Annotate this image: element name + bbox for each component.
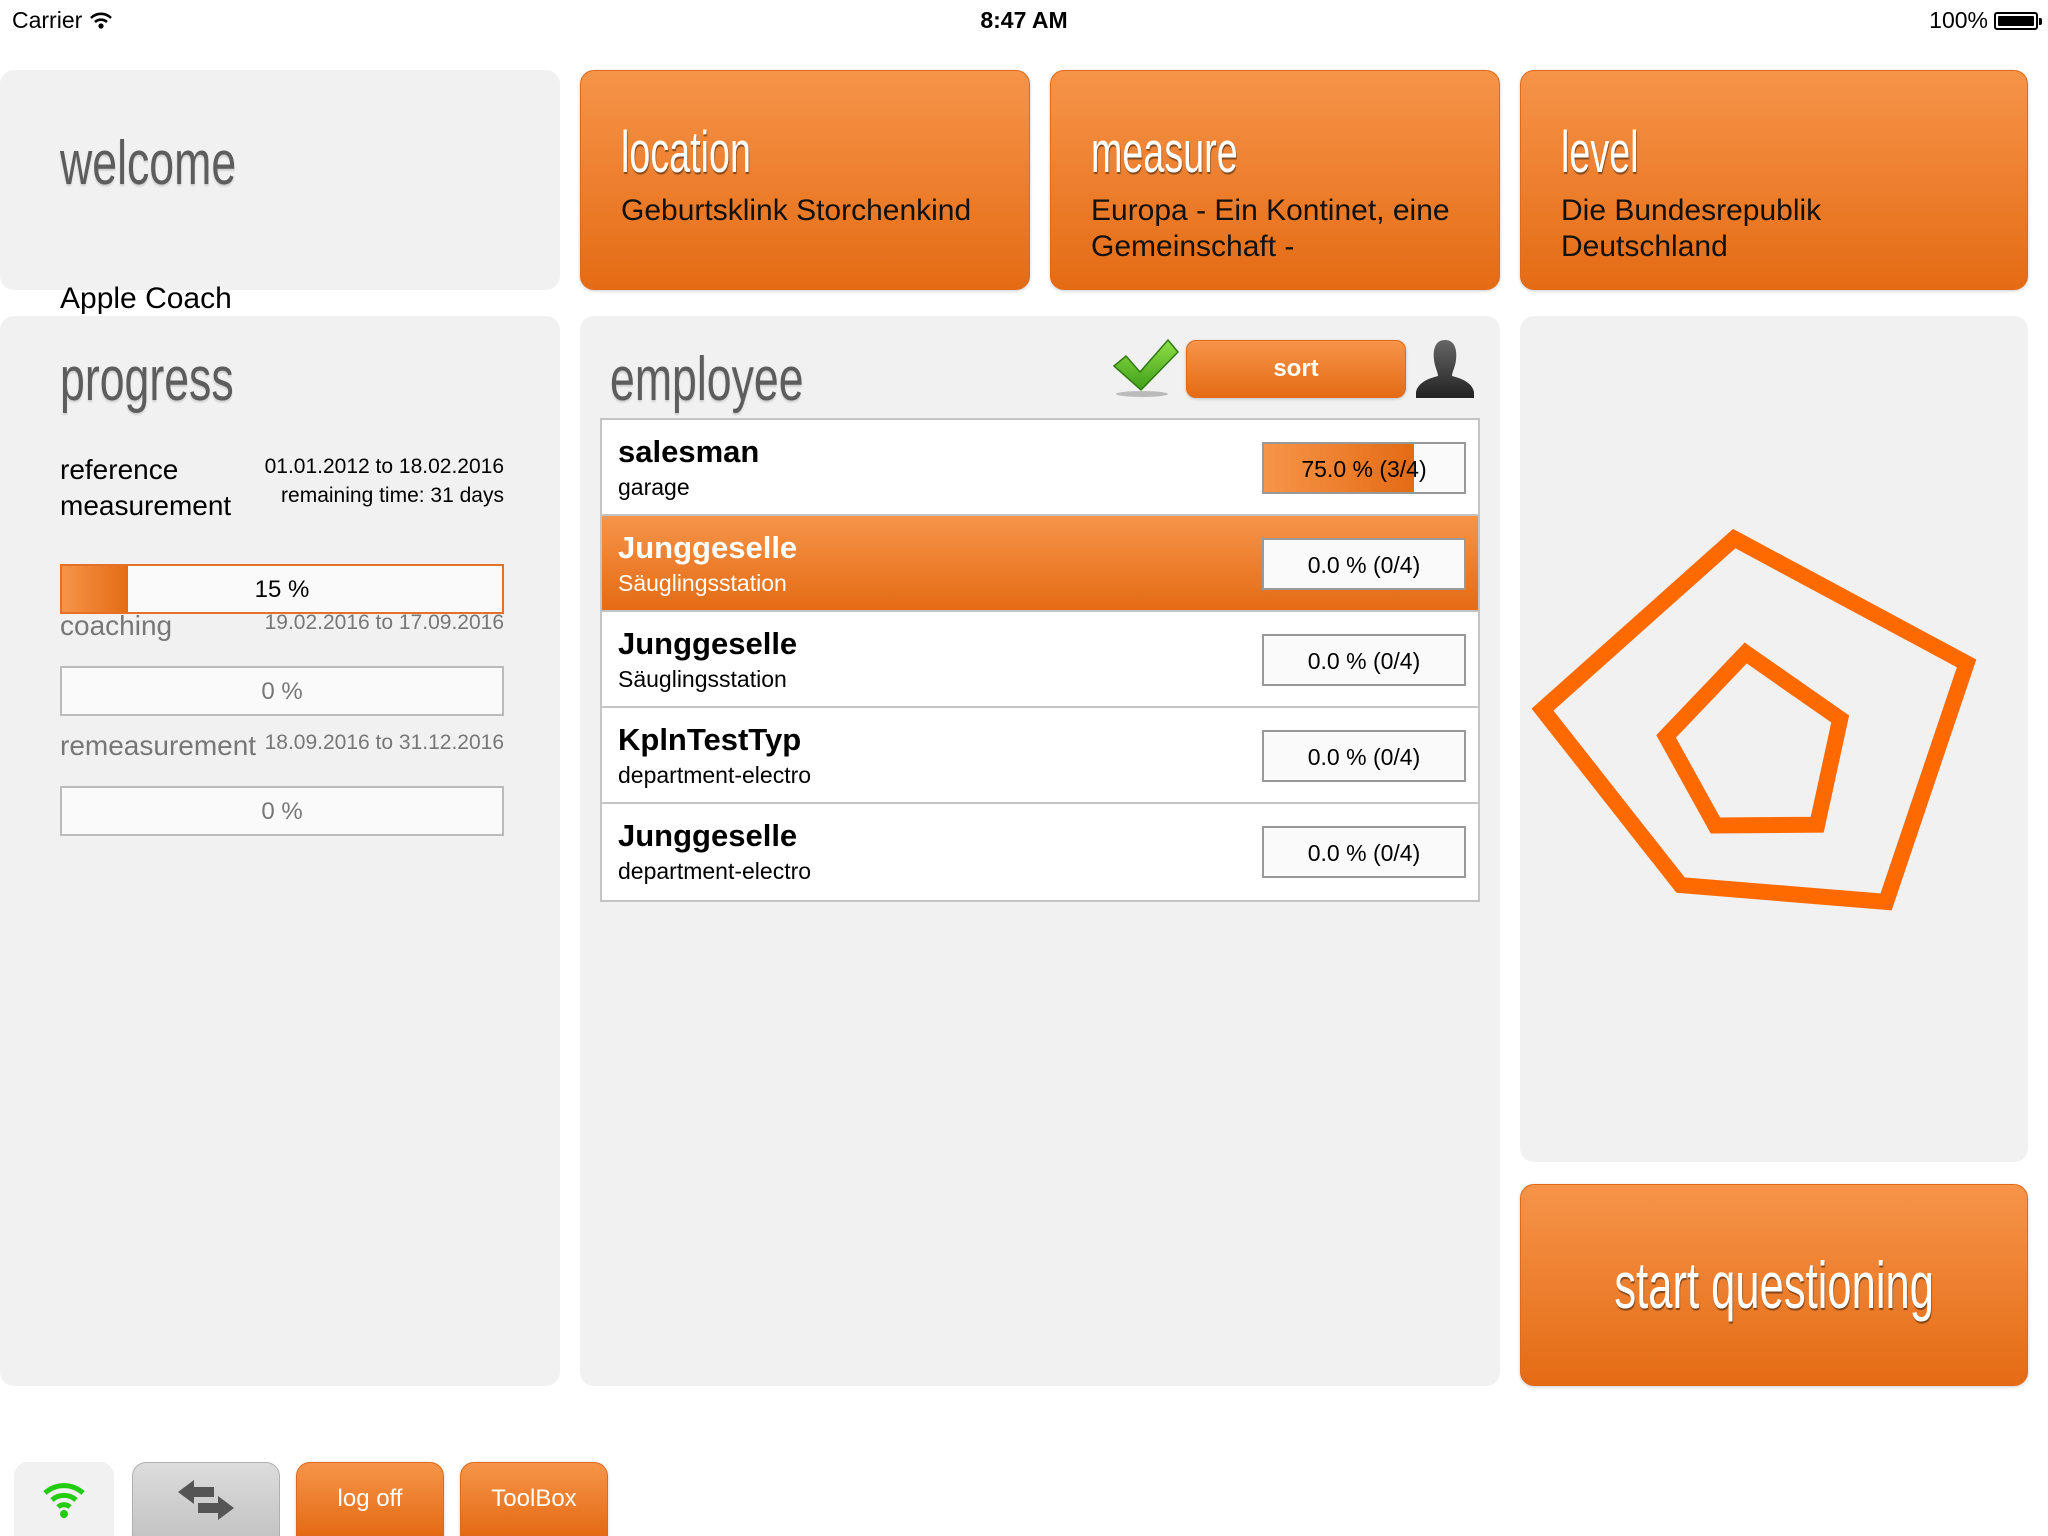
location-title: location [621, 120, 751, 185]
progress-label: 0 % [261, 678, 303, 705]
log-off-button[interactable]: log off [296, 1462, 444, 1536]
phase-date-range: 01.01.2012 to 18.02.2016 [264, 455, 504, 478]
progress-label: 0.0 % (0/4) [1307, 840, 1421, 866]
welcome-panel: welcome Apple Coach [0, 70, 560, 315]
employee-progress-bar: 75.0 % (3/4) [1262, 442, 1466, 494]
employee-row-selected[interactable]: Junggeselle Säuglingsstation 0.0 % (0/4) [602, 516, 1478, 612]
radar-chart-panel [1520, 316, 2028, 1162]
person-icon[interactable] [1412, 338, 1478, 400]
toolbox-button[interactable]: ToolBox [460, 1462, 608, 1536]
measure-title: measure [1091, 120, 1238, 185]
radar-series-inner [1656, 642, 1850, 834]
phase-coaching: coaching 19.02.2016 to 17.09.2016 0 % [60, 608, 504, 716]
progress-label: 0.0 % (0/4) [1307, 744, 1421, 770]
status-bar: Carrier 8:47 AM 100% [0, 0, 2048, 40]
employee-row[interactable]: Junggeselle department-electro 0.0 % (0/… [602, 804, 1478, 900]
employee-name: KplnTestTyp [618, 722, 802, 757]
employee-row[interactable]: KplnTestTyp department-electro 0.0 % (0/… [602, 708, 1478, 804]
progress-label: 0.0 % (0/4) [1307, 552, 1421, 578]
progress-label: 75.0 % (3/4) [1301, 456, 1427, 482]
radar-chart [1531, 528, 1977, 911]
checkmark-icon[interactable] [1110, 334, 1180, 400]
start-questioning-button[interactable]: start questioning [1520, 1184, 2028, 1386]
phase-progress-bar: 0 % [60, 786, 504, 836]
level-card[interactable]: level Die Bundesrepublik Deutschland [1520, 70, 2028, 290]
progress-panel: progress reference measurement 01.01.201… [0, 316, 560, 1386]
swap-arrows-icon [178, 1479, 234, 1520]
phase-remeasurement: remeasurement 18.09.2016 to 31.12.2016 0… [60, 728, 504, 836]
employee-progress-bar: 0.0 % (0/4) [1262, 730, 1466, 782]
phase-date-range: 19.02.2016 to 17.09.2016 [264, 611, 504, 634]
location-value: Geburtsklink Storchenkind [621, 194, 972, 227]
connection-status-button[interactable] [14, 1462, 114, 1536]
employee-title: employee [610, 345, 804, 414]
progress-label: 0 % [261, 798, 303, 825]
employee-row[interactable]: salesman garage 75.0 % (3/4) [602, 420, 1478, 516]
employee-progress-bar: 0.0 % (0/4) [1262, 826, 1466, 878]
level-title: level [1561, 120, 1639, 185]
phase-dates: 01.01.2012 to 18.02.2016 remaining time:… [265, 452, 504, 510]
employee-name: Junggeselle [618, 818, 798, 853]
employee-row[interactable]: Junggeselle Säuglingsstation 0.0 % (0/4) [602, 612, 1478, 708]
progress-title: progress [60, 345, 234, 414]
employee-dept: Säuglingsstation [618, 570, 787, 596]
employee-name: salesman [618, 434, 760, 469]
wifi-icon [43, 1483, 85, 1518]
phase-label: reference measurement [60, 454, 232, 521]
sync-button[interactable] [132, 1462, 280, 1536]
employee-dept: Säuglingsstation [618, 666, 787, 692]
location-card[interactable]: location Geburtsklink Storchenkind [580, 70, 1030, 290]
employee-list: salesman garage 75.0 % (3/4) Junggeselle… [600, 418, 1480, 902]
battery-percent: 100% [1929, 7, 1988, 33]
radar-series-outer [1531, 528, 1977, 911]
employee-progress-bar: 0.0 % (0/4) [1262, 538, 1466, 590]
measure-card[interactable]: measure Europa - Ein Kontinet, eine Geme… [1050, 70, 1500, 290]
user-name: Apple Coach [60, 282, 232, 315]
remaining-time: remaining time: 31 days [281, 484, 504, 507]
clock: 8:47 AM [980, 7, 1068, 33]
progress-label: 0.0 % (0/4) [1307, 648, 1421, 674]
employee-dept: department-electro [618, 762, 812, 788]
battery-icon [1994, 11, 2042, 30]
employee-panel: employee sort salesman garage 75.0 % (3/… [580, 316, 1500, 1386]
start-questioning-label: start questioning [1614, 1248, 1934, 1322]
measure-value: Europa - Ein Kontinet, eine Gemeinschaft… [1091, 194, 1450, 263]
level-value: Die Bundesrepublik Deutschland [1561, 194, 1822, 263]
sort-button[interactable]: sort [1186, 340, 1406, 398]
employee-progress-bar: 0.0 % (0/4) [1262, 634, 1466, 686]
battery-indicator: 100% [1929, 7, 2042, 34]
phase-reference-measurement: reference measurement 01.01.2012 to 18.0… [60, 452, 504, 614]
employee-name: Junggeselle [618, 530, 798, 565]
employee-dept: garage [618, 474, 690, 500]
employee-name: Junggeselle [618, 626, 798, 661]
phase-date-range: 18.09.2016 to 31.12.2016 [264, 731, 504, 754]
phase-progress-bar: 0 % [60, 666, 504, 716]
phase-progress-bar: 15 % [60, 564, 504, 614]
welcome-title: welcome [60, 129, 237, 198]
employee-dept: department-electro [618, 858, 812, 884]
progress-label: 15 % [254, 576, 310, 603]
